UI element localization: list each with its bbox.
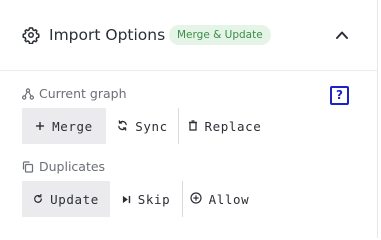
sync-icon: [117, 119, 128, 134]
update-option[interactable]: Update: [22, 181, 110, 217]
panel-title: Import Options: [49, 26, 166, 44]
mode-badge: Merge & Update: [169, 25, 271, 45]
plus-icon: [35, 119, 45, 134]
skip-option-label: Skip: [137, 191, 171, 207]
help-icon[interactable]: ?: [330, 86, 349, 105]
panel-edge: [377, 0, 378, 238]
merge-option-label: Merge: [52, 118, 93, 134]
update-option-label: Update: [50, 191, 99, 207]
skip-icon: [122, 192, 131, 207]
trash-icon: [188, 119, 198, 134]
sync-option-label: Sync: [135, 118, 168, 134]
duplicates-label: Duplicates: [22, 158, 105, 176]
replace-option-label: Replace: [204, 118, 262, 134]
sync-option[interactable]: Sync: [107, 108, 178, 144]
graph-icon: [22, 88, 34, 100]
allow-option[interactable]: Allow: [183, 181, 256, 217]
duplicates-label-text: Duplicates: [39, 159, 106, 174]
current-graph-label: Current graph: [22, 85, 127, 103]
allow-option-label: Allow: [208, 191, 250, 207]
replace-option[interactable]: Replace: [179, 108, 270, 144]
current-graph-label-text: Current graph: [39, 86, 127, 101]
merge-option[interactable]: Merge: [22, 108, 106, 144]
chevron-up-icon[interactable]: [335, 28, 349, 42]
refresh-icon: [33, 192, 43, 207]
plus-circle-icon: [190, 191, 202, 207]
copy-icon: [22, 161, 34, 173]
import-options-header[interactable]: Import Options Merge & Update: [0, 0, 377, 71]
gear-icon: [22, 27, 40, 44]
skip-option[interactable]: Skip: [111, 181, 181, 217]
